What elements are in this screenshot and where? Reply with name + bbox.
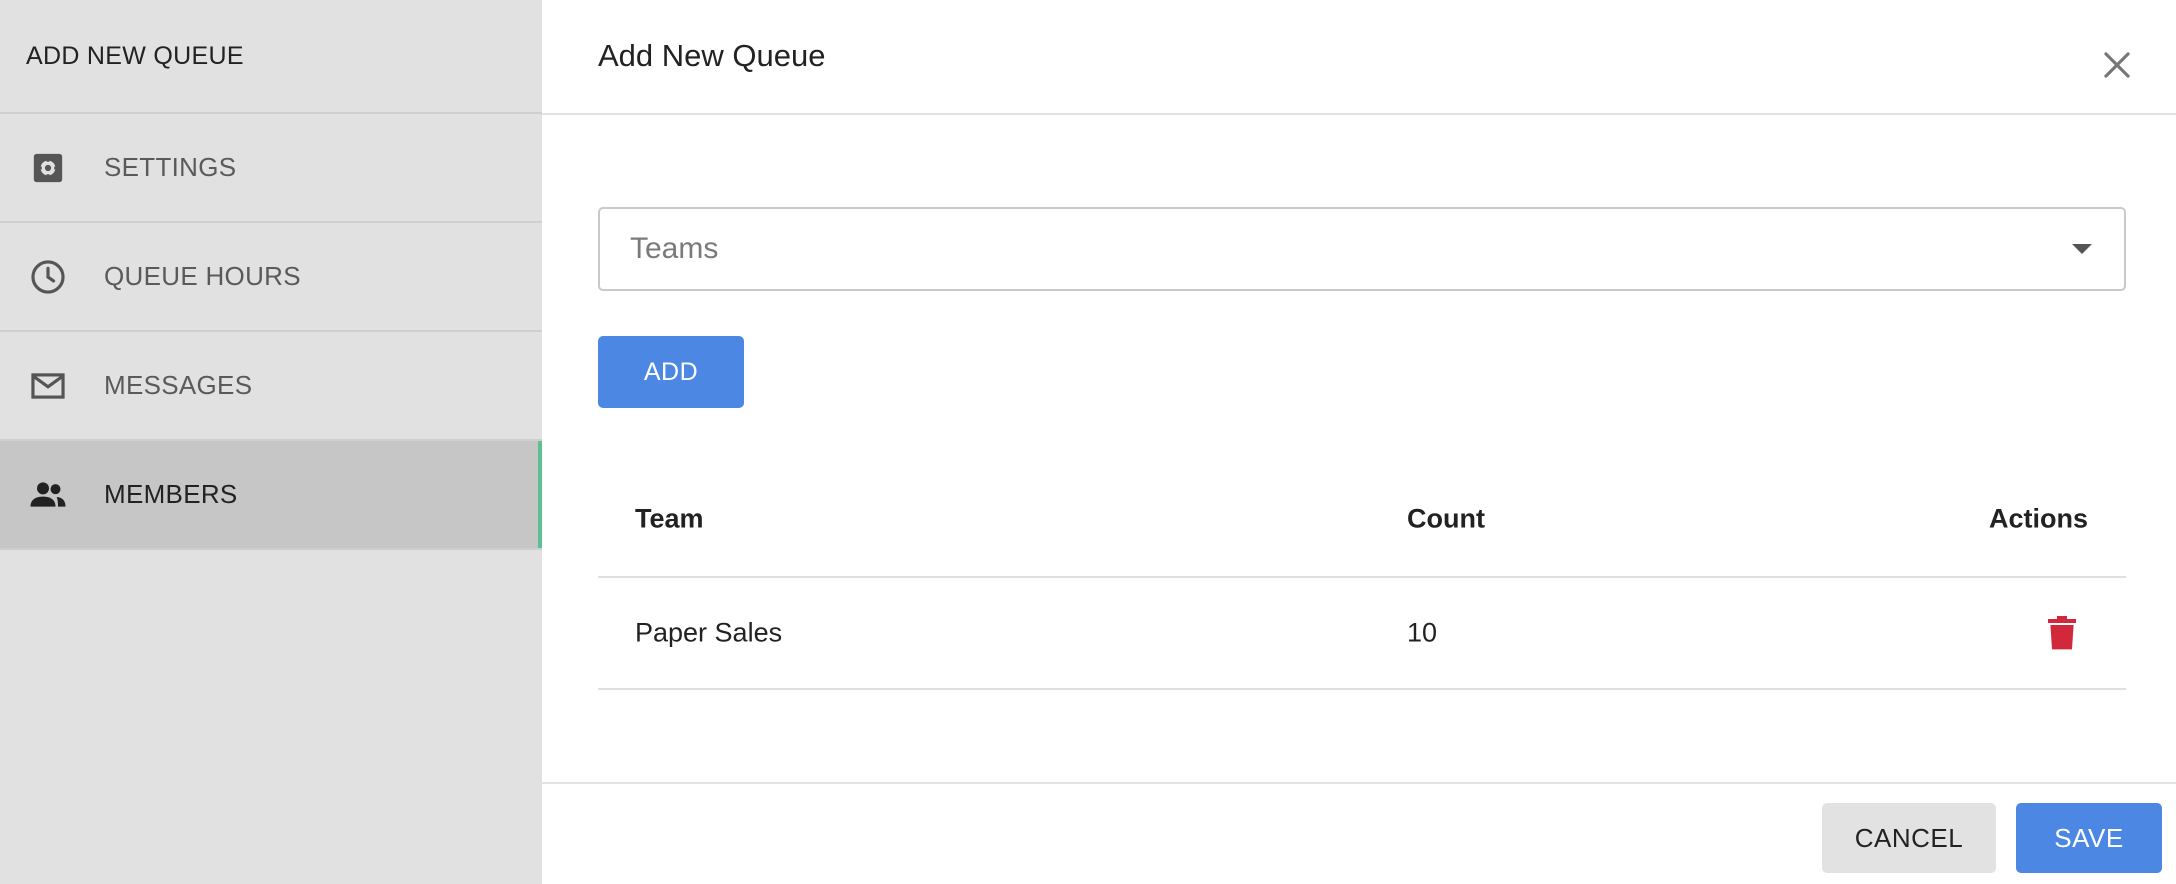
sidebar-item-members[interactable]: MEMBERS — [0, 441, 542, 550]
mail-icon — [28, 366, 68, 406]
sidebar-item-label: MESSAGES — [104, 370, 253, 400]
count-cell: 10 — [1407, 617, 1438, 648]
sidebar-item-label: QUEUE HOURS — [104, 261, 301, 291]
teams-select-placeholder: Teams — [630, 232, 719, 265]
sidebar-item-queue-hours[interactable]: QUEUE HOURS — [0, 223, 542, 332]
column-header-actions: Actions — [1988, 503, 2088, 534]
dialog-panel: Add New Queue Teams ADD Team Count Actio… — [542, 0, 2176, 884]
team-cell: Paper Sales — [635, 617, 783, 648]
clock-icon — [28, 257, 68, 297]
teams-select[interactable]: Teams — [598, 207, 2126, 291]
people-icon — [28, 475, 68, 515]
trash-icon[interactable] — [2046, 615, 2078, 651]
sidebar-item-label: MEMBERS — [104, 479, 238, 509]
sidebar: ADD NEW QUEUE SETTINGS QUEUE HOURS MESSA… — [0, 0, 542, 884]
table-row: Paper Sales 10 — [598, 578, 2126, 690]
dialog-title: Add New Queue — [598, 38, 826, 73]
column-header-team: Team — [635, 503, 704, 534]
dialog-header: Add New Queue — [542, 0, 2176, 115]
column-header-count: Count — [1407, 503, 1485, 534]
settings-icon — [28, 148, 68, 188]
cancel-button[interactable]: CANCEL — [1822, 803, 1996, 873]
members-table: Team Count Actions Paper Sales 10 — [598, 462, 2126, 690]
sidebar-title: ADD NEW QUEUE — [0, 0, 542, 114]
sidebar-item-messages[interactable]: MESSAGES — [0, 332, 542, 441]
save-button[interactable]: SAVE — [2016, 803, 2162, 873]
sidebar-item-settings[interactable]: SETTINGS — [0, 114, 542, 223]
table-header: Team Count Actions — [598, 462, 2126, 578]
close-icon[interactable] — [2098, 46, 2136, 84]
dialog-footer: CANCEL SAVE — [542, 782, 2176, 884]
add-button[interactable]: ADD — [598, 336, 744, 408]
caret-down-icon — [2072, 244, 2092, 254]
sidebar-item-label: SETTINGS — [104, 152, 237, 182]
